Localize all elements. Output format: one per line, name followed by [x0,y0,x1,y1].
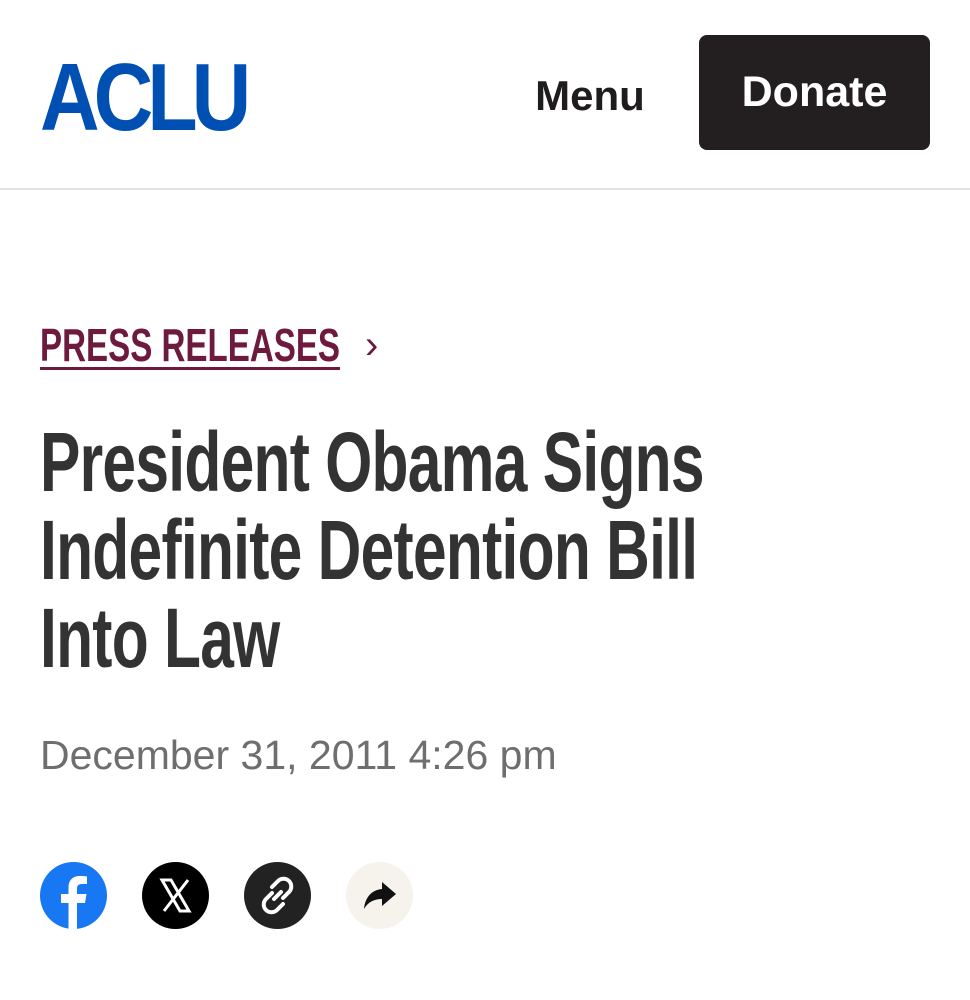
facebook-icon [61,876,87,929]
aclu-logo[interactable]: ACLU [40,50,251,146]
donate-button[interactable]: Donate [699,35,930,150]
x-share-button[interactable] [142,862,209,929]
menu-button[interactable]: Menu [520,66,660,126]
share-button[interactable] [346,862,413,929]
x-icon [159,878,192,913]
article-date: December 31, 2011 4:26 pm [40,732,557,778]
share-icon [364,882,396,909]
facebook-share-button[interactable] [40,862,107,929]
copy-link-icon [261,876,294,915]
chevron-right-icon: › [365,322,379,367]
breadcrumb-press-releases-link[interactable]: PRESS RELEASES [40,318,340,372]
article-title: President Obama Signs Indefinite Detenti… [40,415,705,685]
site-header: ACLU Menu Donate [0,0,970,190]
share-bar [40,862,413,929]
breadcrumb: PRESS RELEASES › [40,318,378,372]
copy-link-button[interactable] [244,862,311,929]
